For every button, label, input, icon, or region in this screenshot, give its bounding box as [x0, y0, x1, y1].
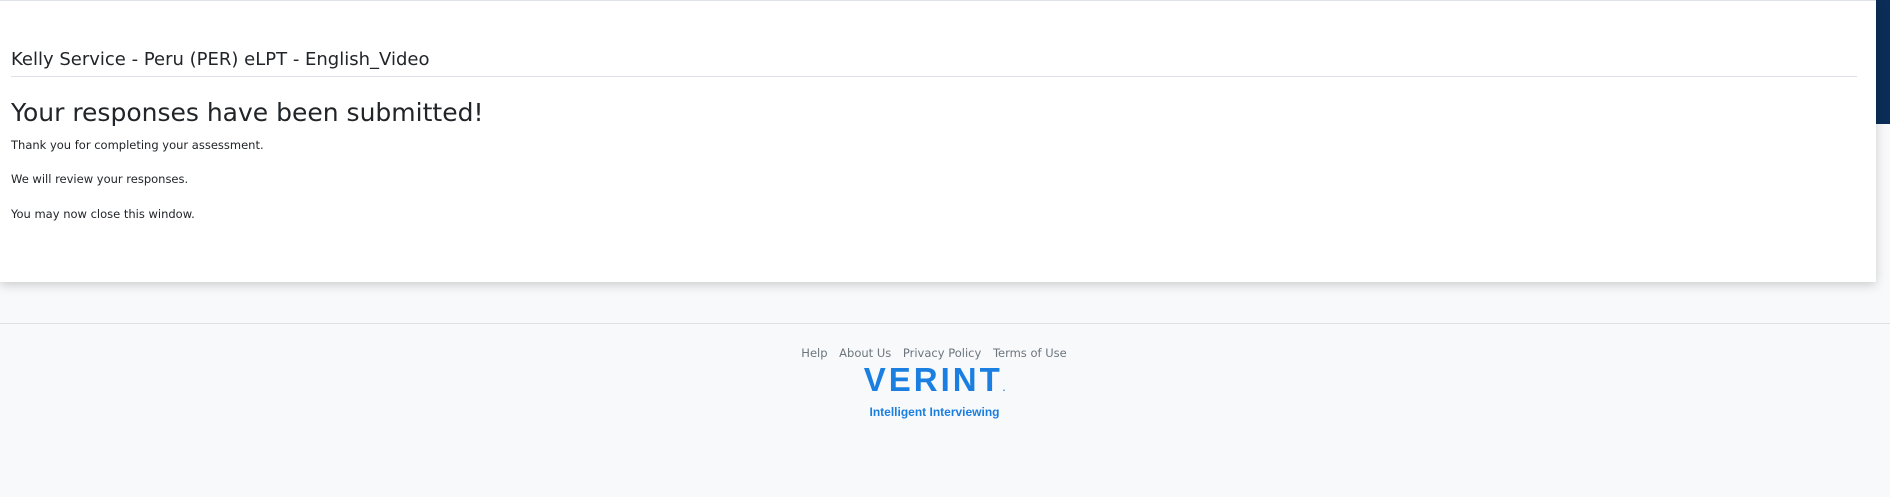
privacy-policy-link[interactable]: Privacy Policy	[903, 346, 981, 360]
logo-wordmark: VERINT.	[863, 361, 1006, 398]
logo-tagline: Intelligent Interviewing	[869, 405, 1000, 419]
footer-links: Help About Us Privacy Policy Terms of Us…	[0, 346, 1868, 360]
thank-you-message: Thank you for completing your assessment…	[11, 138, 264, 152]
close-window-message: You may now close this window.	[11, 207, 195, 221]
verint-logo: VERINT. Intelligent Interviewing	[862, 361, 1007, 420]
help-link[interactable]: Help	[801, 346, 827, 360]
page: Kelly Service - Peru (PER) eLPT - Englis…	[0, 0, 1890, 497]
assessment-title: Kelly Service - Peru (PER) eLPT - Englis…	[11, 49, 430, 70]
accent-bar	[1876, 0, 1890, 124]
submitted-heading: Your responses have been submitted!	[11, 98, 484, 127]
footer-divider	[0, 323, 1890, 324]
about-us-link[interactable]: About Us	[839, 346, 891, 360]
confirmation-card: Kelly Service - Peru (PER) eLPT - Englis…	[0, 0, 1876, 282]
title-divider	[11, 76, 1857, 77]
review-message: We will review your responses.	[11, 172, 189, 186]
terms-of-use-link[interactable]: Terms of Use	[993, 346, 1067, 360]
